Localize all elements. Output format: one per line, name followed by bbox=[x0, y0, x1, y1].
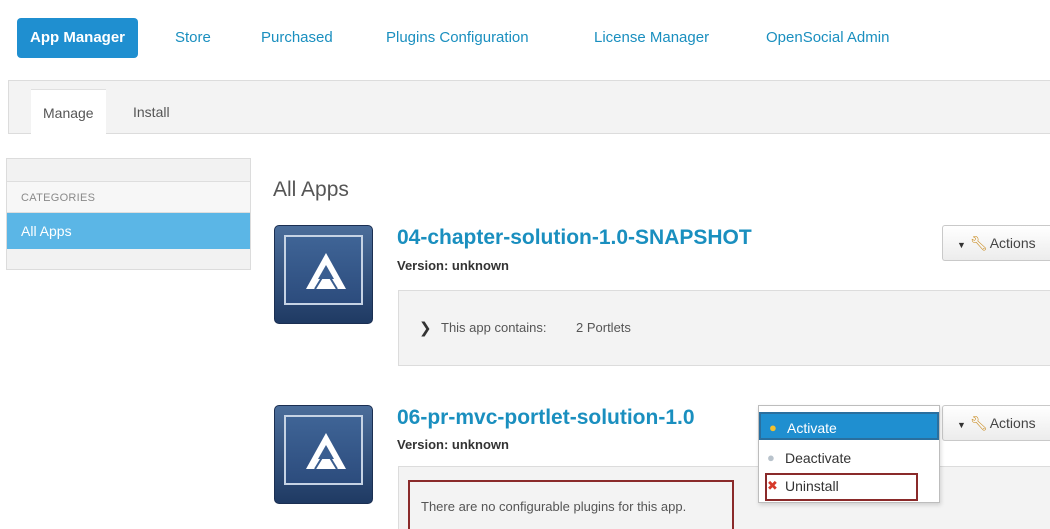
sidebar-item-all-apps[interactable]: All Apps bbox=[7, 213, 250, 249]
sub-navigation: Manage Install bbox=[8, 80, 1050, 135]
wrench-icon: 🔧︎ bbox=[969, 415, 988, 431]
app-version: Version: unknown bbox=[397, 437, 509, 452]
tab-app-manager[interactable]: App Manager bbox=[17, 18, 139, 58]
app-name-link[interactable]: 06-pr-mvc-portlet-solution-1.0 bbox=[397, 406, 695, 430]
app-details-panel: ❯ This app contains: 2 Portlets bbox=[398, 290, 1050, 366]
categories-sidebar: CATEGORIES All Apps bbox=[6, 158, 251, 270]
tab-purchased[interactable]: Purchased bbox=[261, 18, 333, 58]
menu-item-activate[interactable]: ● Activate bbox=[759, 412, 939, 440]
lightbulb-off-icon: ● bbox=[767, 450, 775, 465]
actions-label: Actions bbox=[989, 415, 1036, 431]
tab-license-manager[interactable]: License Manager bbox=[594, 18, 709, 58]
chevron-right-icon[interactable]: ❯ bbox=[419, 319, 432, 337]
tab-install[interactable]: Install bbox=[133, 89, 170, 135]
tab-store[interactable]: Store bbox=[175, 18, 211, 58]
app-icon bbox=[274, 225, 373, 324]
actions-button[interactable]: ▼ 🔧︎ Actions bbox=[942, 405, 1050, 441]
categories-heading: CATEGORIES bbox=[7, 181, 250, 213]
wrench-icon: 🔧︎ bbox=[969, 235, 988, 251]
menu-item-deactivate[interactable]: ● Deactivate bbox=[759, 444, 939, 472]
menu-item-label: Activate bbox=[787, 420, 837, 436]
tab-plugins-configuration[interactable]: Plugins Configuration bbox=[386, 18, 529, 58]
tab-manage[interactable]: Manage bbox=[31, 89, 106, 135]
caret-down-icon: ▼ bbox=[957, 420, 966, 430]
app-icon bbox=[274, 405, 373, 504]
contains-value: 2 Portlets bbox=[576, 320, 631, 335]
app-logo-icon bbox=[284, 235, 363, 305]
contains-label[interactable]: This app contains: bbox=[441, 320, 547, 335]
annotation-frame-uninstall bbox=[765, 473, 918, 501]
actions-label: Actions bbox=[989, 235, 1036, 251]
lightbulb-on-icon: ● bbox=[769, 420, 777, 435]
app-name-link[interactable]: 04-chapter-solution-1.0-SNAPSHOT bbox=[397, 226, 752, 250]
annotation-frame-message bbox=[408, 480, 734, 529]
app-logo-icon bbox=[284, 415, 363, 485]
app-version: Version: unknown bbox=[397, 258, 509, 273]
page-title: All Apps bbox=[273, 178, 349, 201]
actions-button[interactable]: ▼ 🔧︎ Actions bbox=[942, 225, 1050, 261]
caret-down-icon: ▼ bbox=[957, 240, 966, 250]
menu-item-label: Deactivate bbox=[785, 450, 852, 466]
top-navigation: App Manager Store Purchased Plugins Conf… bbox=[0, 0, 1050, 75]
tab-opensocial-admin[interactable]: OpenSocial Admin bbox=[766, 18, 889, 58]
